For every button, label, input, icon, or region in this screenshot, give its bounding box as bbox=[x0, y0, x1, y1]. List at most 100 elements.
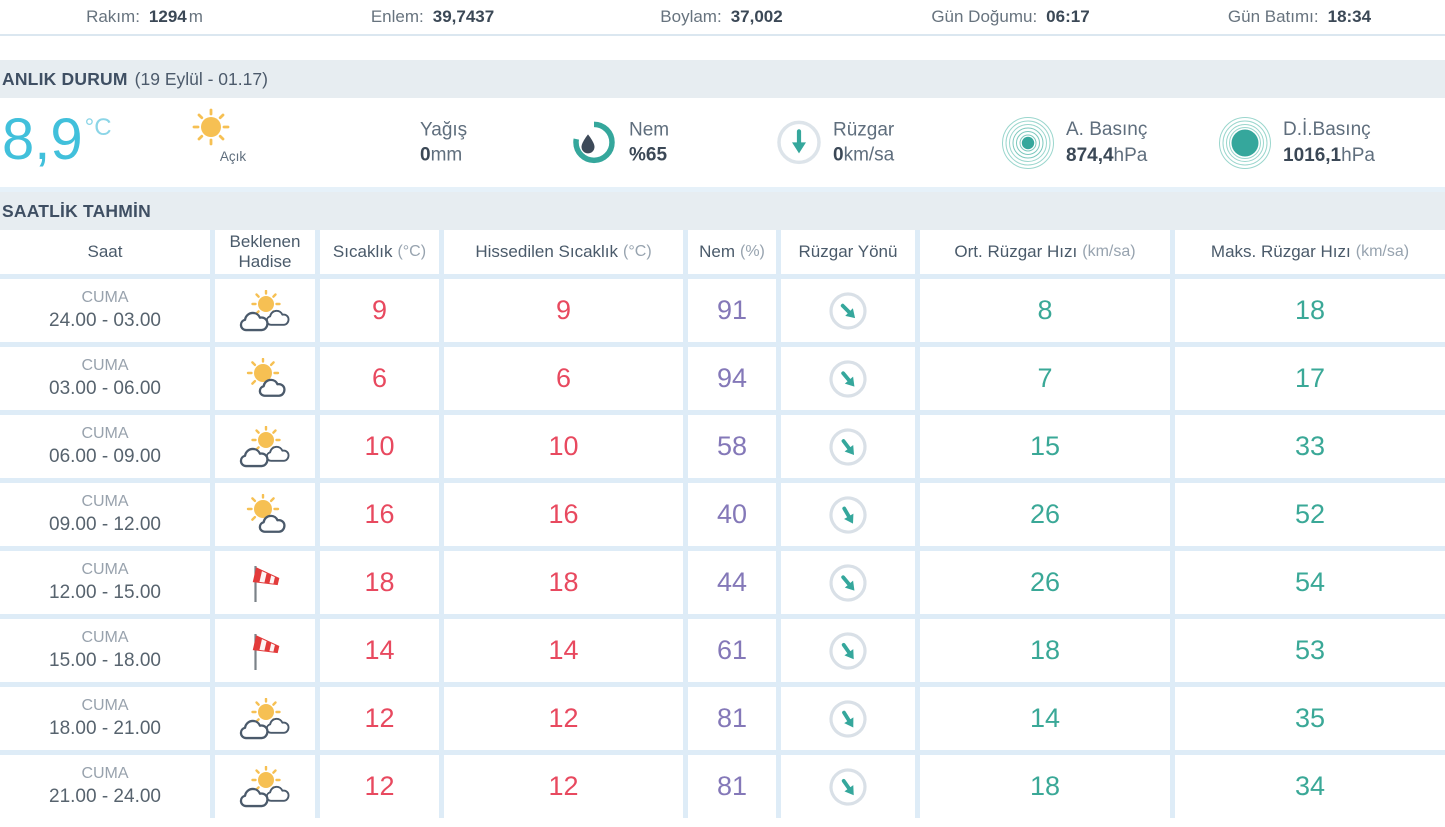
forecast-cell-wind-direction bbox=[781, 755, 915, 818]
forecast-cell-feels-like: 12 bbox=[444, 755, 683, 818]
forecast-cell-wind-direction bbox=[781, 687, 915, 750]
wind-direction-arrow-icon bbox=[829, 563, 867, 602]
metric-unit: hPa bbox=[1341, 144, 1375, 166]
max-wind-value: 17 bbox=[1294, 363, 1326, 393]
forecast-cell-max-wind: 18 bbox=[1175, 279, 1445, 342]
max-wind-value: 52 bbox=[1294, 499, 1326, 529]
feels-like-value: 14 bbox=[548, 635, 579, 665]
forecast-cell-condition bbox=[215, 347, 315, 410]
forecast-cell-condition bbox=[215, 687, 315, 750]
feels-like-value: 12 bbox=[548, 771, 579, 801]
column-header: Rüzgar Yönü bbox=[781, 230, 915, 274]
wind-direction-arrow-icon bbox=[829, 359, 867, 398]
info-value: 06:17 bbox=[1046, 7, 1090, 26]
wind-direction-arrow-icon bbox=[829, 291, 867, 330]
metric-label: A. Basınç bbox=[1066, 118, 1148, 140]
metric-station-pressure: A. Basınç 874,4hPa bbox=[1001, 116, 1147, 170]
current-conditions-panel: 8,9 °C Açık Yağış 0mm Nem %65 Rüzgar 0km… bbox=[0, 98, 1445, 192]
wind-direction-arrow-icon bbox=[829, 495, 867, 534]
forecast-cell-avg-wind: 26 bbox=[920, 483, 1170, 546]
column-unit: (°C) bbox=[623, 242, 652, 260]
forecast-cell-humidity: 81 bbox=[688, 687, 776, 750]
forecast-cell-max-wind: 17 bbox=[1175, 347, 1445, 410]
humidity-gauge-icon bbox=[570, 119, 618, 167]
forecast-cell-temperature: 14 bbox=[320, 619, 439, 682]
forecast-cell-feels-like: 18 bbox=[444, 551, 683, 614]
humidity-value: 91 bbox=[716, 295, 748, 325]
max-wind-value: 53 bbox=[1294, 635, 1326, 665]
column-label: Hissedilen Sıcaklık bbox=[475, 242, 619, 262]
forecast-cell-max-wind: 34 bbox=[1175, 755, 1445, 818]
forecast-cell-condition bbox=[215, 755, 315, 818]
metric-sea-level-pressure: D.İ.Basınç 1016,1hPa bbox=[1218, 116, 1375, 170]
forecast-day: CUMA bbox=[81, 696, 129, 714]
sea-level-pressure-icon bbox=[1218, 116, 1272, 170]
forecast-day: CUMA bbox=[81, 492, 129, 510]
forecast-cell-temperature: 10 bbox=[320, 415, 439, 478]
info-value: 37,002 bbox=[730, 7, 783, 26]
temperature-value: 16 bbox=[364, 499, 395, 529]
current-temperature: 8,9 °C bbox=[2, 108, 112, 172]
humidity-value: 94 bbox=[716, 363, 748, 393]
forecast-cell-avg-wind: 18 bbox=[920, 755, 1170, 818]
column-header: Beklenen Hadise bbox=[215, 230, 315, 274]
info-label: Rakım: bbox=[86, 7, 140, 26]
metric-prefix: % bbox=[629, 144, 646, 166]
humidity-value: 81 bbox=[716, 771, 748, 801]
location-info-bar: Rakım: 1294 m Enlem: 39,7437 Boylam: 37,… bbox=[0, 0, 1445, 36]
forecast-cell-feels-like: 14 bbox=[444, 619, 683, 682]
forecast-cell-feels-like: 9 bbox=[444, 279, 683, 342]
weather-condition-icon bbox=[238, 765, 292, 808]
temperature-value: 10 bbox=[364, 431, 395, 461]
forecast-cell-condition bbox=[215, 279, 315, 342]
forecast-cell-temperature: 16 bbox=[320, 483, 439, 546]
max-wind-value: 54 bbox=[1294, 567, 1326, 597]
spacer bbox=[0, 36, 1445, 60]
forecast-time-range: 12.00 - 15.00 bbox=[49, 581, 161, 603]
column-label: Ort. Rüzgar Hızı bbox=[954, 242, 1078, 262]
wind-direction-arrow-icon bbox=[829, 427, 867, 466]
forecast-cell-humidity: 44 bbox=[688, 551, 776, 614]
forecast-cell-feels-like: 10 bbox=[444, 415, 683, 478]
metric-unit: hPa bbox=[1113, 144, 1148, 166]
metric-label: Nem bbox=[629, 118, 670, 140]
forecast-cell-avg-wind: 8 bbox=[920, 279, 1170, 342]
info-unit: m bbox=[188, 7, 203, 26]
forecast-cell-feels-like: 16 bbox=[444, 483, 683, 546]
current-condition: Açık bbox=[188, 105, 278, 164]
avg-wind-value: 14 bbox=[1029, 703, 1061, 733]
forecast-time-range: 15.00 - 18.00 bbox=[49, 649, 161, 671]
forecast-cell-feels-like: 12 bbox=[444, 687, 683, 750]
humidity-value: 58 bbox=[716, 431, 748, 461]
weather-condition-icon bbox=[238, 425, 292, 468]
info-value: 39,7437 bbox=[432, 7, 495, 26]
condition-label: Açık bbox=[219, 149, 247, 164]
column-label: Rüzgar Yönü bbox=[798, 242, 898, 262]
metric-value: 0 bbox=[833, 144, 844, 166]
forecast-cell-humidity: 58 bbox=[688, 415, 776, 478]
hourly-forecast-header: SAATLİK TAHMİN bbox=[0, 192, 1445, 230]
forecast-cell-time: CUMA 09.00 - 12.00 bbox=[0, 483, 210, 546]
forecast-cell-humidity: 61 bbox=[688, 619, 776, 682]
forecast-cell-temperature: 12 bbox=[320, 755, 439, 818]
forecast-cell-max-wind: 54 bbox=[1175, 551, 1445, 614]
feels-like-value: 18 bbox=[548, 567, 579, 597]
metric-unit: mm bbox=[430, 144, 463, 166]
wind-direction-arrow-icon bbox=[829, 699, 867, 738]
forecast-cell-temperature: 18 bbox=[320, 551, 439, 614]
column-unit: (°C) bbox=[397, 242, 427, 260]
forecast-cell-wind-direction bbox=[781, 415, 915, 478]
forecast-time-range: 18.00 - 21.00 bbox=[49, 717, 161, 739]
forecast-day: CUMA bbox=[81, 288, 129, 306]
avg-wind-value: 7 bbox=[1037, 363, 1053, 393]
forecast-cell-condition bbox=[215, 619, 315, 682]
wind-circle-icon bbox=[776, 120, 822, 166]
forecast-cell-wind-direction bbox=[781, 619, 915, 682]
max-wind-value: 35 bbox=[1294, 703, 1326, 733]
humidity-value: 81 bbox=[716, 703, 748, 733]
weather-condition-icon bbox=[238, 697, 292, 740]
forecast-cell-wind-direction bbox=[781, 347, 915, 410]
temperature-value: 12 bbox=[364, 771, 395, 801]
feels-like-value: 9 bbox=[555, 295, 572, 325]
metric-humidity: Nem %65 bbox=[570, 117, 669, 168]
